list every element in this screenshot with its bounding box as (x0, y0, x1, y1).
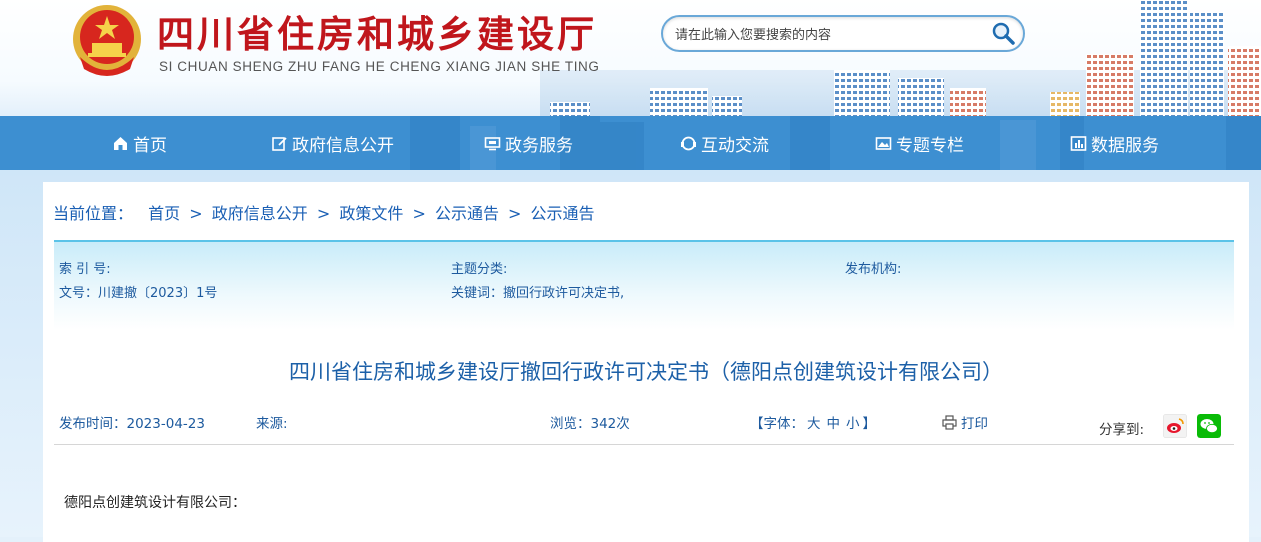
breadcrumb-home[interactable]: 首页 (148, 204, 180, 223)
document-title: 四川省住房和城乡建设厅撤回行政许可决定书（德阳点创建筑设计有限公司） (289, 360, 1003, 384)
font-size-small[interactable]: 小 (846, 416, 860, 432)
nav-item-gov-info[interactable]: 政府信息公开 (271, 116, 394, 170)
source-label: 来源: (256, 416, 288, 432)
search-icon[interactable] (989, 20, 1017, 48)
share-label: 分享到: (1099, 422, 1145, 438)
issuing-agency-label: 发布机构: (845, 262, 902, 277)
keywords: 关键词：撤回行政许可决定书, (451, 286, 625, 301)
chat-icon (681, 136, 696, 150)
wechat-share-icon[interactable] (1197, 414, 1221, 438)
site-header: 四川省住房和城乡建设厅 SI CHUAN SHENG ZHU FANG HE C… (0, 0, 1261, 116)
chart-icon (1070, 135, 1087, 151)
breadcrumb-label: 当前位置： (53, 204, 134, 223)
breadcrumb-policy-docs[interactable]: 政策文件 (339, 204, 403, 223)
breadcrumb-separator: > (508, 204, 522, 223)
breadcrumb-separator: > (189, 204, 203, 223)
document-number: 文号：川建撤〔2023〕1号 (59, 286, 218, 301)
edit-icon (272, 136, 287, 151)
nav-item-home[interactable]: 首页 (112, 116, 167, 170)
nav-item-label: 首页 (133, 135, 167, 156)
publish-time: 发布时间：2023-04-23 (59, 416, 205, 432)
font-size-control: 【字体：大中小】 (750, 412, 876, 432)
nav-item-interaction[interactable]: 互动交流 (680, 116, 769, 170)
article-container: 当前位置： 首页 > 政府信息公开 > 政策文件 > 公示通告 > 公示通告 索… (43, 182, 1249, 542)
view-count: 浏览：342次 (550, 416, 630, 432)
nav-item-label: 互动交流 (701, 135, 769, 156)
nav-item-label: 政府信息公开 (292, 135, 394, 156)
nav-item-data-services[interactable]: 数据服务 (1070, 116, 1159, 170)
document-info-bar: 发布时间：2023-04-23 来源: 浏览：342次 【字体：大中小】 打印 … (54, 404, 1234, 445)
picture-icon (875, 136, 892, 150)
nav-item-gov-services[interactable]: 政务服务 (484, 116, 573, 170)
breadcrumb-separator: > (316, 204, 331, 223)
index-number-label: 索 引 号: (59, 262, 111, 277)
print-button[interactable]: 打印 (942, 412, 988, 432)
nav-item-label: 数据服务 (1091, 135, 1159, 156)
font-size-label-open: 【字体： (750, 416, 804, 432)
font-size-label-close: 】 (862, 416, 877, 432)
weibo-share-icon[interactable] (1163, 414, 1187, 438)
topic-category-label: 主题分类: (451, 262, 508, 277)
home-icon (114, 136, 127, 150)
search-input[interactable] (673, 23, 987, 47)
breadcrumb-gov-info[interactable]: 政府信息公开 (212, 204, 308, 223)
site-subtitle: SI CHUAN SHENG ZHU FANG HE CHENG XIANG J… (159, 59, 600, 74)
nav-item-label: 专题专栏 (896, 135, 964, 156)
monitor-icon (484, 136, 501, 150)
font-size-large[interactable]: 大 (807, 416, 821, 432)
breadcrumb-separator: > (412, 204, 426, 223)
print-label: 打印 (961, 416, 988, 432)
document-greeting: 德阳点创建筑设计有限公司： (64, 495, 246, 511)
breadcrumb: 当前位置： 首页 > 政府信息公开 > 政策文件 > 公示通告 > 公示通告 (53, 200, 595, 224)
nav-item-special-topics[interactable]: 专题专栏 (875, 116, 964, 170)
site-title: 四川省住房和城乡建设厅 (157, 12, 597, 56)
font-size-medium[interactable]: 中 (827, 416, 841, 432)
main-nav: 首页 政府信息公开 政务服务 互动交流 专题专栏 数据服务 (0, 116, 1261, 170)
printer-icon (942, 414, 957, 430)
search-box (661, 15, 1025, 52)
breadcrumb-announcements[interactable]: 公示通告 (435, 204, 499, 223)
nav-item-label: 政务服务 (505, 135, 573, 156)
national-emblem-logo (73, 5, 141, 76)
document-metadata: 索 引 号: 主题分类: 发布机构: 文号：川建撤〔2023〕1号 关键词：撤回… (54, 240, 1234, 330)
breadcrumb-announcements-current[interactable]: 公示通告 (531, 204, 595, 223)
